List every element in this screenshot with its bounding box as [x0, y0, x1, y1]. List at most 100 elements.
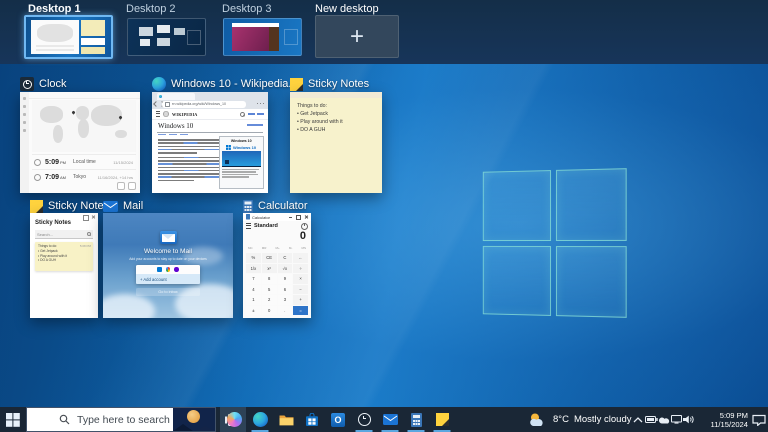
taskbar-clock-button[interactable]	[351, 407, 377, 432]
memory-key[interactable]: MS	[301, 246, 306, 250]
edge-window-thumbnail[interactable]: en.wikipedia.org/wiki/Windows_10 WIKIPED…	[152, 92, 268, 193]
close-icon[interactable]	[92, 215, 96, 219]
key-1[interactable]: 1	[246, 295, 261, 305]
taskbar-edge-button[interactable]	[247, 407, 273, 432]
browser-tab[interactable]	[157, 93, 195, 100]
wiki-search-icon[interactable]	[240, 112, 245, 117]
taskbar-sticky-notes-button[interactable]	[429, 407, 455, 432]
memory-key[interactable]: M-	[289, 246, 293, 250]
infobox-line	[222, 169, 260, 170]
go-to-inbox-button[interactable]: Go to inbox	[136, 288, 200, 296]
clock-row-local[interactable]: 5:09 PM Local time 11/15/2024	[32, 154, 136, 169]
minimize-icon[interactable]	[289, 217, 292, 218]
browser-menu-icon[interactable]	[257, 103, 264, 104]
memory-row[interactable]: MC MR M+ M- MS	[246, 246, 308, 250]
key-2[interactable]: 2	[262, 295, 277, 305]
back-icon[interactable]	[153, 101, 159, 107]
key-4[interactable]: 4	[246, 285, 261, 295]
maximize-icon[interactable]	[296, 215, 301, 220]
hamburger-icon[interactable]	[156, 111, 160, 116]
sticky-notes-window-thumbnail[interactable]: Things to do: • Get Jetpack • Play aroun…	[290, 92, 382, 193]
desktop-2-thumbnail[interactable]	[127, 18, 206, 56]
sticky-note-card[interactable]: 5:08 PM Things to do: • Get Jetpack • Pl…	[35, 242, 93, 271]
clock-titlebar	[29, 92, 140, 99]
calculator-titlebar: Calculator	[243, 213, 311, 221]
new-desktop-button[interactable]: +	[315, 15, 399, 58]
memory-key[interactable]: MC	[248, 246, 253, 250]
history-icon[interactable]	[301, 223, 308, 230]
tray-onedrive[interactable]	[658, 407, 671, 432]
taskbar-search-box[interactable]	[26, 407, 216, 432]
taskbar-store-button[interactable]	[299, 407, 325, 432]
key-equals[interactable]: =	[293, 306, 308, 316]
key-5[interactable]: 5	[262, 285, 277, 295]
taskbar-clock[interactable]: 5:09 PM 11/15/2024	[700, 407, 748, 432]
key-backspace[interactable]: ←	[293, 253, 308, 263]
key-9[interactable]: 9	[278, 274, 293, 284]
desktop-1-thumbnail[interactable]	[24, 15, 113, 59]
key-c[interactable]: C	[278, 253, 293, 263]
article-tabs[interactable]	[158, 134, 188, 135]
action-center-button[interactable]	[752, 407, 766, 432]
key-7[interactable]: 7	[246, 274, 261, 284]
key-ce[interactable]: CE	[262, 253, 277, 263]
taskbar-file-explorer-button[interactable]	[273, 407, 299, 432]
key-add[interactable]: +	[293, 295, 308, 305]
search-input[interactable]	[75, 413, 189, 427]
key-subtract[interactable]: −	[293, 285, 308, 295]
mail-window-thumbnail[interactable]: Welcome to Mail Add your accounts to sta…	[103, 213, 233, 318]
tray-overflow-button[interactable]	[633, 407, 643, 432]
maximize-icon[interactable]	[83, 215, 89, 221]
taskbar-outlook-button[interactable]	[325, 407, 351, 432]
browser-chrome: en.wikipedia.org/wiki/Windows_10	[152, 92, 268, 109]
key-0[interactable]: 0	[262, 306, 277, 316]
memory-key[interactable]: MR	[262, 246, 267, 250]
languages-chip[interactable]	[247, 124, 263, 126]
key-3[interactable]: 3	[278, 295, 293, 305]
local-time-value: 5:09	[45, 159, 59, 166]
taskbar-copilot-button[interactable]	[221, 407, 247, 432]
search-daily-image[interactable]	[173, 408, 215, 431]
taskbar-calculator-button[interactable]	[403, 407, 429, 432]
desktop-3-thumbnail[interactable]	[223, 18, 302, 56]
calculator-window-title: Calculator	[258, 200, 308, 212]
key-percent[interactable]: %	[246, 253, 261, 263]
battery-icon	[645, 416, 658, 423]
key-divide[interactable]: ÷	[293, 264, 308, 274]
sticky-list-window-thumbnail[interactable]: Sticky Notes Search... 5:08 PM Things to…	[30, 213, 98, 318]
key-8[interactable]: 8	[262, 274, 277, 284]
key-sqrt[interactable]: √x	[278, 264, 293, 274]
address-bar[interactable]: en.wikipedia.org/wiki/Windows_10	[162, 101, 246, 108]
window-controls[interactable]	[289, 215, 309, 220]
note-line: Things to do:	[297, 102, 343, 110]
window-controls[interactable]	[83, 215, 95, 221]
tray-speaker[interactable]	[683, 407, 695, 432]
note-text: Things to do: • Get Jetpack • Play aroun…	[297, 102, 343, 134]
wiki-account-links[interactable]	[248, 113, 264, 115]
text-line	[158, 157, 223, 159]
key-negate[interactable]: ±	[246, 306, 261, 316]
start-button[interactable]	[0, 407, 26, 432]
add-account-button[interactable]: + Add account	[136, 274, 200, 284]
mini-row	[36, 49, 74, 51]
hamburger-icon[interactable]	[246, 223, 251, 229]
sticky-search-box[interactable]: Search...	[35, 230, 93, 239]
plus-icon: +	[350, 25, 364, 49]
local-time-label: Local time	[73, 159, 96, 165]
key-multiply[interactable]: ×	[293, 274, 308, 284]
key-decimal[interactable]: .	[278, 306, 293, 316]
local-time-detail: 11/15/2024	[113, 160, 133, 165]
taskbar-weather-widget[interactable]: 8°C Mostly cloudy	[528, 407, 632, 432]
mini-browser-window	[232, 23, 280, 50]
key-square[interactable]: x²	[262, 264, 277, 274]
key-reciprocal[interactable]: 1/x	[246, 264, 261, 274]
tray-battery[interactable]	[645, 407, 658, 432]
clock-window-thumbnail[interactable]: 5:09 PM Local time 11/15/2024 7:09 AM To…	[20, 92, 140, 193]
taskbar-mail-button[interactable]	[377, 407, 403, 432]
memory-key[interactable]: M+	[276, 246, 280, 250]
calculator-window-thumbnail[interactable]: Calculator Standard 0 MC MR M+ M- MS % C…	[243, 213, 311, 318]
clock-action-buttons[interactable]	[117, 182, 136, 190]
close-icon[interactable]	[305, 215, 309, 219]
tray-display[interactable]	[671, 407, 682, 432]
key-6[interactable]: 6	[278, 285, 293, 295]
